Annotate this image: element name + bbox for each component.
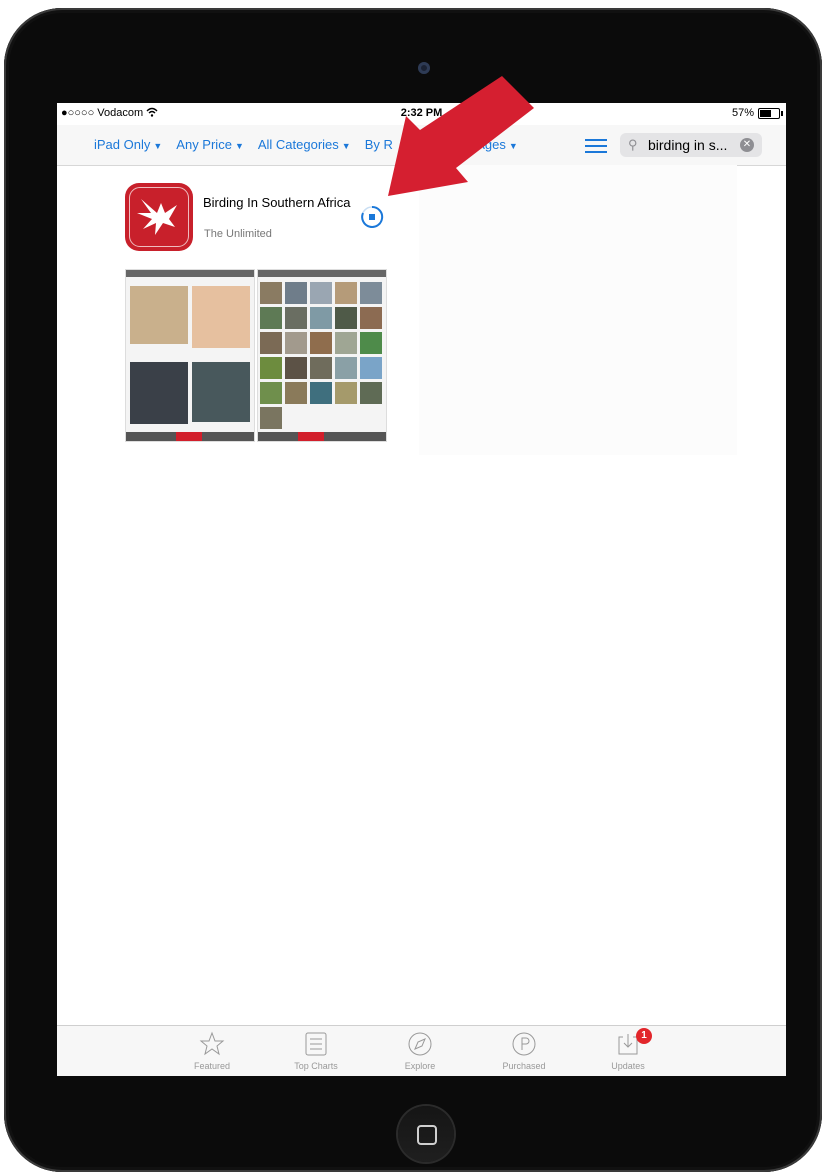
home-button[interactable] bbox=[398, 1106, 454, 1162]
home-square-icon bbox=[417, 1125, 437, 1145]
screen: ●○○○○ Vodacom 2:32 PM 57% iPad Only ▼ Any… bbox=[57, 103, 786, 1076]
battery-icon bbox=[758, 107, 783, 119]
app-screenshot-1[interactable] bbox=[125, 269, 255, 442]
filter-device[interactable]: iPad Only ▼ bbox=[94, 137, 162, 152]
compass-icon bbox=[408, 1032, 432, 1056]
tab-updates[interactable]: 1 Updates bbox=[588, 1028, 668, 1071]
list-view-icon[interactable] bbox=[585, 139, 607, 153]
app-icon[interactable] bbox=[125, 183, 193, 251]
app-developer[interactable]: The Unlimited bbox=[204, 228, 272, 240]
tab-explore[interactable]: Explore bbox=[380, 1031, 460, 1071]
clear-search-icon[interactable]: ✕ bbox=[740, 138, 754, 152]
caret-down-icon: ▼ bbox=[341, 141, 351, 151]
battery: 57% bbox=[731, 107, 783, 119]
caret-down-icon: ▼ bbox=[153, 141, 163, 151]
empty-result-slot bbox=[419, 165, 737, 455]
caret-down-icon: ▼ bbox=[234, 141, 244, 151]
search-icon: ⚲ bbox=[628, 137, 638, 152]
filter-category[interactable]: All Categories ▼ bbox=[258, 137, 351, 152]
download-progress-button[interactable] bbox=[360, 205, 384, 229]
app-title[interactable]: Birding In Southern Africa bbox=[203, 195, 353, 210]
tab-featured[interactable]: Featured bbox=[172, 1031, 252, 1071]
filter-price[interactable]: Any Price ▼ bbox=[176, 137, 244, 152]
search-input[interactable]: birding in s... bbox=[648, 137, 727, 153]
tab-purchased[interactable]: Purchased bbox=[484, 1031, 564, 1071]
app-screenshot-2[interactable] bbox=[257, 269, 387, 442]
search-field[interactable]: ⚲ birding in s... ✕ bbox=[620, 133, 762, 157]
battery-percent: 57% bbox=[731, 107, 754, 119]
updates-badge: 1 bbox=[636, 1028, 652, 1044]
bird-logo-icon bbox=[137, 199, 177, 235]
list-icon bbox=[305, 1032, 327, 1056]
tab-bar: Featured Top Charts Explore Purchased 1 … bbox=[57, 1025, 786, 1076]
annotation-arrow-icon bbox=[388, 76, 534, 196]
star-icon bbox=[199, 1031, 225, 1056]
tab-top-charts[interactable]: Top Charts bbox=[276, 1031, 356, 1071]
purchased-icon bbox=[512, 1032, 536, 1056]
